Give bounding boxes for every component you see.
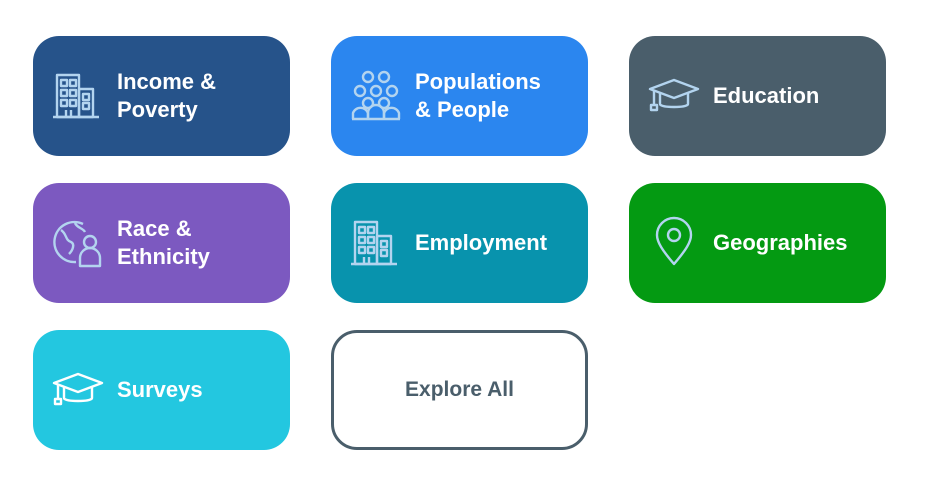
tile-geographies[interactable]: Geographies [629,183,886,303]
building-icon [51,69,105,123]
tile-label: Income & Poverty [117,69,217,122]
globe-person-icon [51,216,105,270]
tile-education[interactable]: Education [629,36,886,156]
explore-all-button[interactable]: Explore All [331,330,588,450]
tile-label: Geographies [713,230,848,255]
tile-surveys[interactable]: Surveys [33,330,290,450]
tile-label: Education [713,83,820,108]
tile-label: Employment [415,230,548,255]
tile-race-ethnicity[interactable]: Race & Ethnicity [33,183,290,303]
tile-populations-people[interactable]: Populations & People [331,36,588,156]
graduation-cap-icon [647,69,701,123]
explore-all-label: Explore All [405,378,514,401]
tile-income-poverty[interactable]: Income & Poverty [33,36,290,156]
tile-label: Surveys [117,377,203,402]
category-grid: Income & Poverty Populations & People Ed… [33,36,886,450]
tile-label: Populations & People [415,69,541,122]
tile-employment[interactable]: Employment [331,183,588,303]
map-pin-icon [647,216,701,270]
building-icon [349,216,403,270]
tile-label: Race & Ethnicity [117,216,210,269]
graduation-cap-icon [51,363,105,417]
people-group-icon [349,69,403,123]
